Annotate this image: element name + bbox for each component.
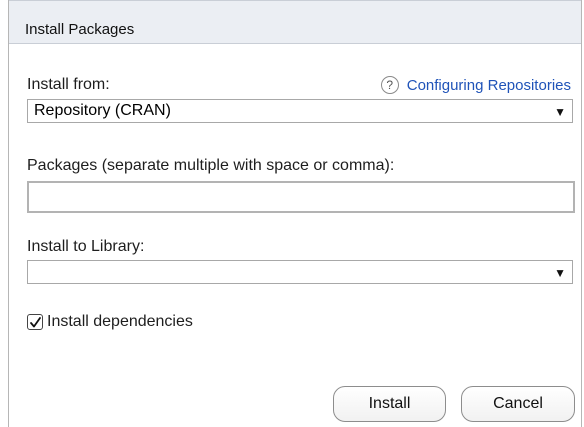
install-from-selected-value: Repository (CRAN) [34, 102, 171, 119]
install-dependencies-option[interactable]: Install dependencies [27, 313, 193, 331]
configuring-repositories-help[interactable]: ? Configuring Repositories [380, 76, 571, 94]
packages-input[interactable] [27, 181, 575, 213]
install-dependencies-label[interactable]: Install dependencies [47, 313, 193, 331]
help-icon[interactable]: ? [380, 76, 399, 94]
install-dependencies-checkbox[interactable] [27, 314, 43, 330]
cancel-button[interactable]: Cancel [461, 386, 575, 422]
install-from-select[interactable]: Repository (CRAN) ▼ [27, 99, 573, 123]
install-button[interactable]: Install [333, 386, 446, 422]
install-from-label: Install from: [27, 76, 110, 93]
install-to-library-select[interactable]: ▼ [27, 260, 573, 284]
dropdown-arrow-icon[interactable]: ▼ [554, 105, 566, 119]
install-to-library-label: Install to Library: [27, 238, 145, 255]
dropdown-arrow-icon[interactable]: ▼ [554, 266, 566, 280]
install-packages-dialog: Install Packages Install from: ? Configu… [8, 0, 582, 427]
packages-label: Packages (separate multiple with space o… [27, 157, 395, 174]
configuring-repositories-link[interactable]: Configuring Repositories [407, 77, 571, 94]
dialog-titlebar: Install Packages [9, 0, 581, 44]
dialog-title: Install Packages [25, 21, 135, 38]
checkmark-icon [30, 317, 41, 328]
